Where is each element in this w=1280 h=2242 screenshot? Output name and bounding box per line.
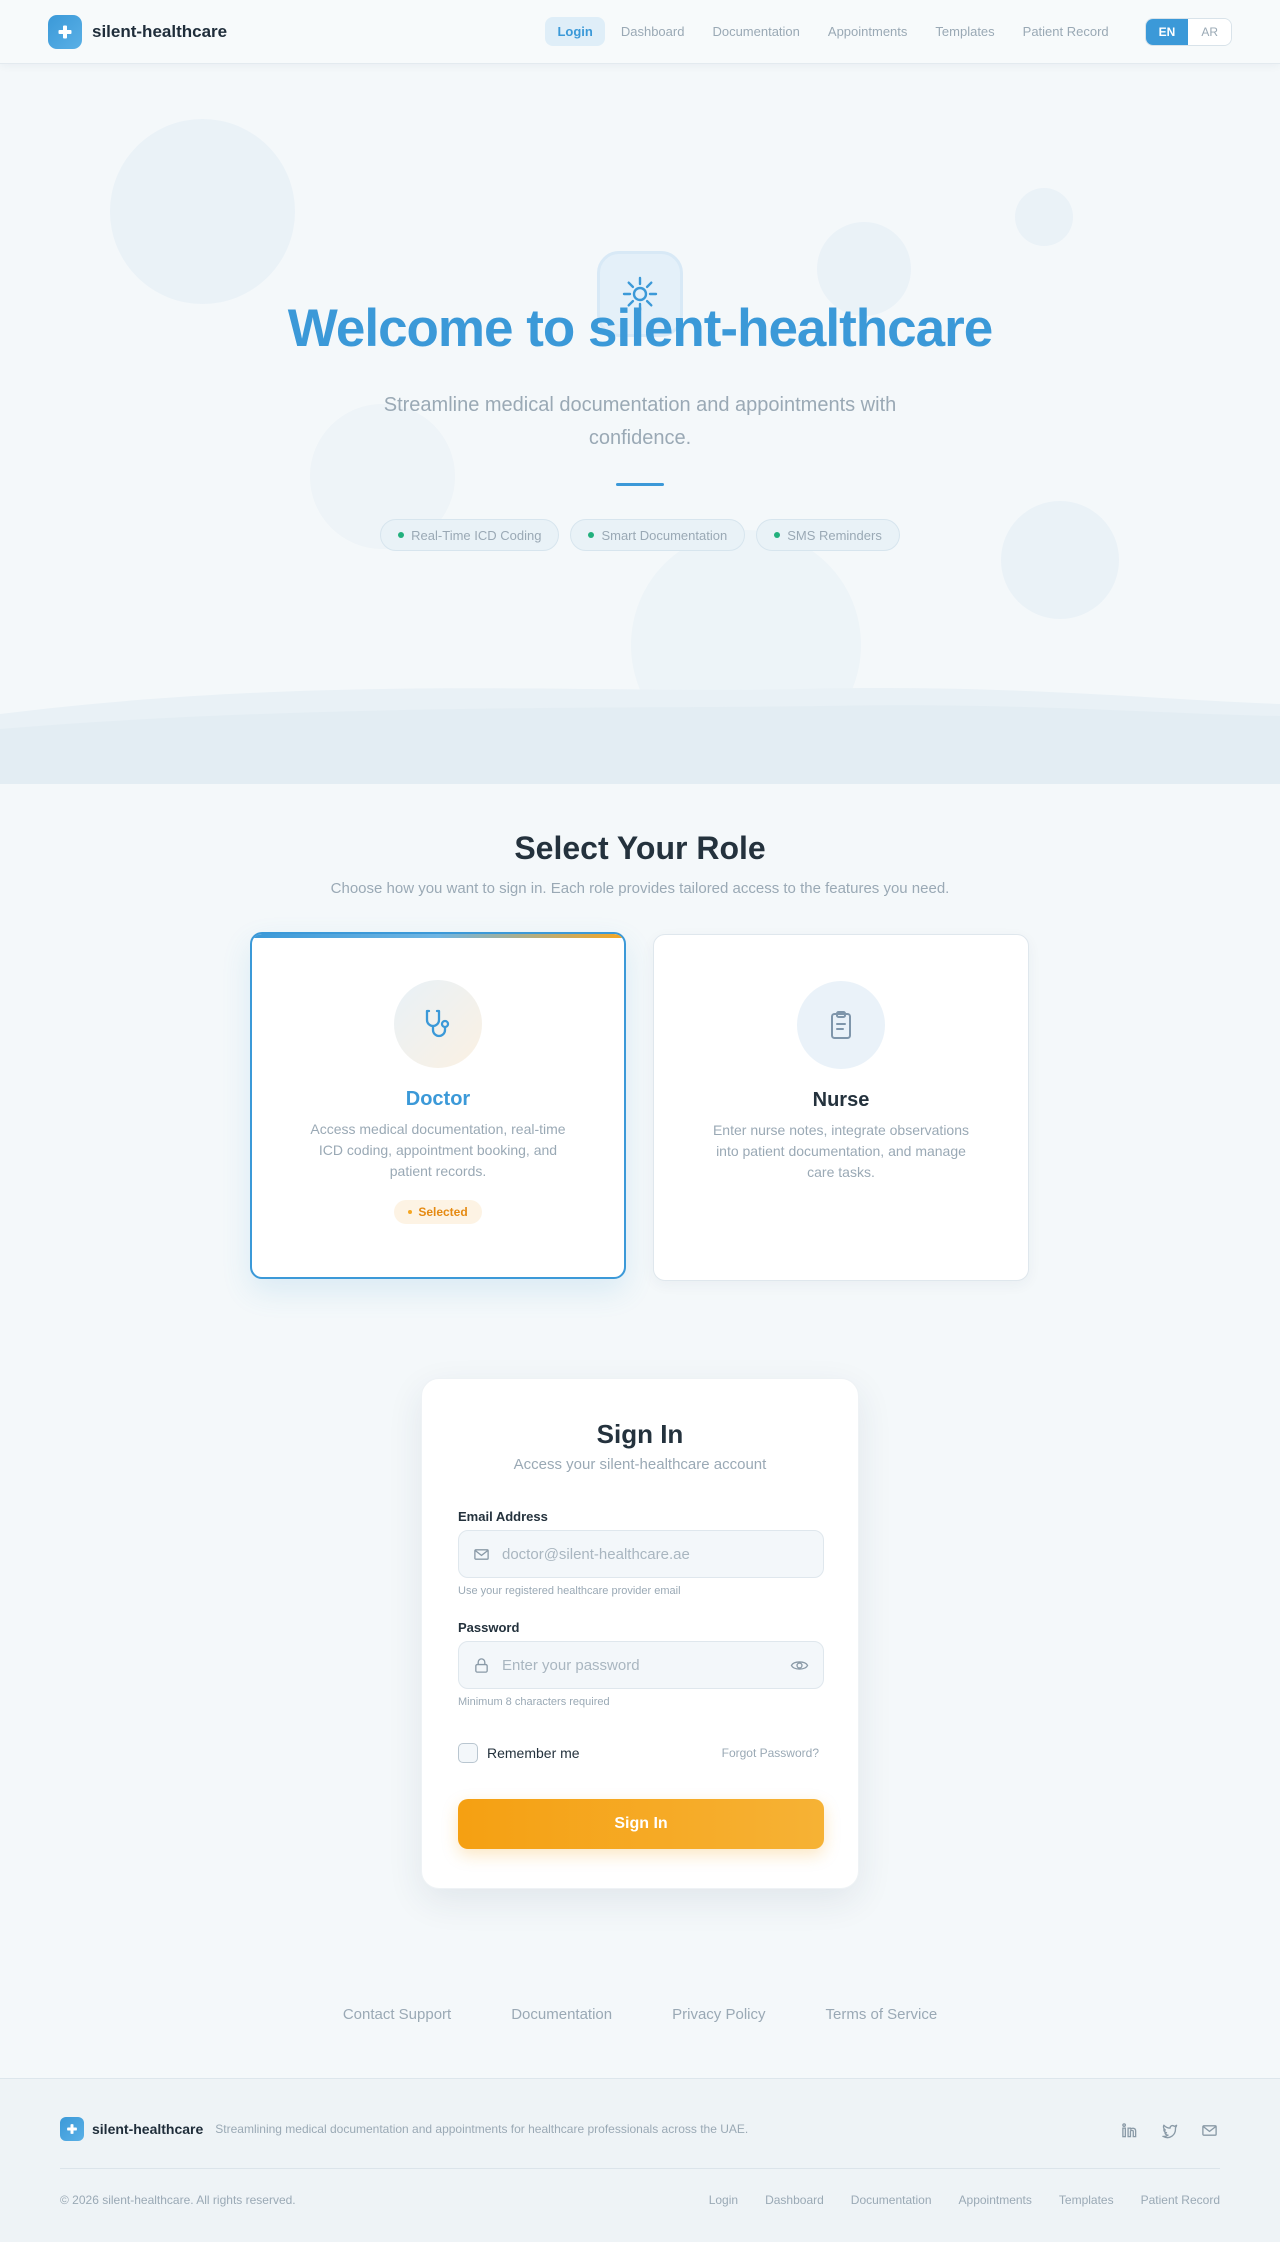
brand-name: silent-healthcare (92, 21, 228, 41)
clipboard-icon (797, 981, 885, 1069)
footer-link-appointments[interactable]: Appointments (959, 2193, 1032, 2207)
signin-title: Sign In (596, 1419, 684, 1449)
nav-link-documentation[interactable]: Documentation (700, 17, 811, 46)
feature-chips: Real-Time ICD Coding Smart Documentation… (0, 519, 1280, 551)
role-section-title: Select Your Role (514, 830, 766, 866)
language-en-button[interactable]: EN (1145, 18, 1189, 45)
medical-cross-icon (60, 2117, 84, 2141)
mail-icon[interactable] (1198, 2119, 1220, 2141)
signin-subtitle: Access your silent-healthcare account (513, 1456, 767, 1473)
role-card-nurse[interactable]: Nurse Enter nurse notes, integrate obser… (653, 934, 1029, 1281)
dot-icon (408, 1210, 413, 1214)
copyright: © 2026 silent-healthcare. All rights res… (60, 2193, 296, 2207)
footer: silent-healthcare Streamlining medical d… (0, 2078, 1280, 2242)
top-navbar: silent-healthcare Login Dashboard Docume… (0, 0, 1280, 64)
footer-divider (60, 2168, 1220, 2169)
footer-link-templates[interactable]: Templates (1059, 2193, 1114, 2207)
hero-wave (0, 687, 1280, 784)
eye-icon[interactable] (790, 1656, 809, 1675)
nav-link-templates[interactable]: Templates (923, 17, 1006, 46)
password-hint: Minimum 8 characters required (458, 1696, 610, 1708)
selected-badge: Selected (394, 1200, 482, 1224)
decorative-bubble (110, 119, 295, 304)
email-label: Email Address (458, 1509, 548, 1524)
status-dot-icon (588, 532, 595, 538)
email-field[interactable]: doctor@silent-healthcare.ae (458, 1530, 824, 1578)
linkedin-icon[interactable] (1118, 2119, 1140, 2141)
footer-link-patient-record[interactable]: Patient Record (1141, 2193, 1220, 2207)
remember-checkbox[interactable] (458, 1743, 478, 1763)
signin-button[interactable]: Sign In (458, 1799, 824, 1849)
remember-label: Remember me (487, 1745, 580, 1761)
brand[interactable]: silent-healthcare (48, 14, 228, 49)
footer-link-login[interactable]: Login (709, 2193, 738, 2207)
role-section-subtitle: Choose how you want to sign in. Each rol… (330, 880, 950, 897)
decorative-bubble (1015, 188, 1073, 246)
chip-label: Real-Time ICD Coding (411, 527, 542, 543)
nav-link-login[interactable]: Login (545, 17, 605, 46)
footer-links: Login Dashboard Documentation Appointmen… (709, 2193, 1220, 2207)
hero-subtitle: Streamline medical documentation and app… (383, 394, 897, 449)
role-description: Access medical documentation, real-time … (310, 1121, 566, 1179)
role-card-doctor[interactable]: Doctor Access medical documentation, rea… (250, 932, 626, 1279)
hero-title: Welcome to silent-healthcare (287, 299, 993, 358)
language-switcher: EN AR (1144, 17, 1232, 46)
selected-accent-bar (252, 934, 624, 938)
nav-link-dashboard[interactable]: Dashboard (609, 17, 697, 46)
nav-link-appointments[interactable]: Appointments (816, 17, 920, 46)
role-name: Doctor (405, 1088, 471, 1110)
chip-label: SMS Reminders (787, 527, 882, 543)
footer-tagline: Streamlining medical documentation and a… (215, 2122, 749, 2136)
hero-divider (616, 483, 664, 486)
status-dot-icon (398, 532, 405, 538)
footer-link-dashboard[interactable]: Dashboard (765, 2193, 824, 2207)
documentation-link[interactable]: Documentation (511, 2006, 612, 2023)
email-placeholder: doctor@silent-healthcare.ae (502, 1545, 690, 1563)
feature-chip: Real-Time ICD Coding (380, 519, 560, 551)
badge-label: Selected (418, 1205, 468, 1219)
forgot-password-link[interactable]: Forgot Password? (722, 1746, 819, 1760)
password-label: Password (458, 1620, 520, 1635)
role-description: Enter nurse notes, integrate observation… (712, 1122, 970, 1180)
nav-links: Login Dashboard Documentation Appointmen… (545, 17, 1232, 46)
social-links (1118, 2119, 1220, 2141)
email-hint: Use your registered healthcare provider … (458, 1585, 681, 1597)
footer-brand-name: silent-healthcare (92, 2121, 204, 2137)
role-name: Nurse (812, 1089, 870, 1111)
feature-chip: Smart Documentation (570, 519, 746, 551)
password-field[interactable]: Enter your password (458, 1641, 824, 1689)
privacy-policy-link[interactable]: Privacy Policy (672, 2006, 765, 2023)
mail-icon (473, 1546, 490, 1563)
lock-icon (473, 1657, 490, 1674)
footer-brand: silent-healthcare Streamlining medical d… (60, 2117, 748, 2141)
signin-card: Sign In Access your silent-healthcare ac… (421, 1378, 859, 1889)
nav-link-patient-record[interactable]: Patient Record (1011, 17, 1121, 46)
password-placeholder: Enter your password (502, 1656, 640, 1674)
language-ar-button[interactable]: AR (1188, 18, 1231, 45)
terms-of-service-link[interactable]: Terms of Service (825, 2006, 937, 2023)
chip-label: Smart Documentation (601, 527, 728, 543)
remember-me[interactable]: Remember me (458, 1743, 580, 1763)
feature-chip: SMS Reminders (756, 519, 900, 551)
twitter-icon[interactable] (1158, 2119, 1180, 2141)
stethoscope-icon (394, 980, 482, 1068)
footer-link-documentation[interactable]: Documentation (851, 2193, 932, 2207)
contact-support-link[interactable]: Contact Support (343, 2006, 451, 2023)
medical-cross-icon (48, 14, 82, 49)
status-dot-icon (774, 532, 781, 538)
help-links: Contact Support Documentation Privacy Po… (0, 2006, 1280, 2023)
